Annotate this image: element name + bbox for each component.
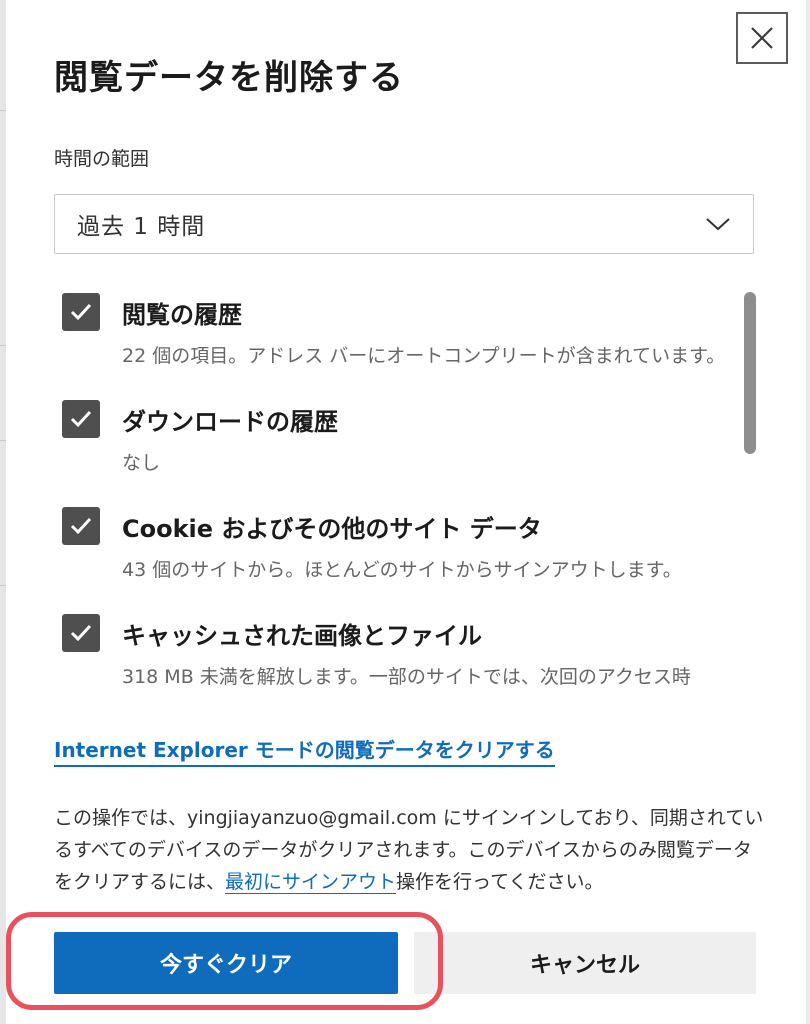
clear-browsing-data-dialog: 閲覧データを削除する 時間の範囲 過去 1 時間 閲覧の履歴 22 個の項目。ア… — [6, 0, 806, 1024]
cancel-button[interactable]: キャンセル — [414, 932, 756, 994]
checkmark-icon — [70, 303, 92, 321]
close-button[interactable] — [736, 12, 788, 64]
item-description: なし — [122, 452, 161, 474]
notice-text-end: 操作を行ってください。 — [396, 871, 604, 893]
item-title: 閲覧の履歴 — [122, 301, 242, 329]
checkmark-icon — [70, 517, 92, 535]
item-title: Cookie およびその他のサイト データ — [122, 515, 542, 543]
cookies-checkbox[interactable] — [62, 507, 100, 545]
sign-out-link[interactable]: 最初にサインアウト — [225, 871, 397, 894]
time-range-select[interactable]: 過去 1 時間 — [54, 194, 754, 254]
item-description: 43 個のサイトから。ほとんどのサイトからサインアウトします。 — [122, 559, 682, 581]
browsing-history-checkbox[interactable] — [62, 293, 100, 331]
close-icon — [751, 27, 773, 49]
download-history-checkbox[interactable] — [62, 400, 100, 438]
time-range-label: 時間の範囲 — [54, 148, 150, 170]
time-range-value: 過去 1 時間 — [77, 214, 206, 240]
item-title: ダウンロードの履歴 — [122, 408, 338, 436]
list-scrollbar[interactable] — [744, 292, 756, 454]
item-description: 318 MB 未満を解放します。一部のサイトでは、次回のアクセス時 — [122, 666, 691, 688]
item-description: 22 個の項目。アドレス バーにオートコンプリートが含まれています。 — [122, 345, 726, 367]
dialog-title: 閲覧データを削除する — [54, 58, 404, 98]
checkmark-icon — [70, 410, 92, 428]
data-type-list: 閲覧の履歴 22 個の項目。アドレス バーにオートコンプリートが含まれています。… — [54, 283, 754, 703]
item-title: キャッシュされた画像とファイル — [122, 622, 482, 650]
cache-checkbox[interactable] — [62, 614, 100, 652]
chevron-down-icon — [706, 218, 730, 231]
sync-notice: この操作では、yingjiayanzuo@gmail.com にサインインしてお… — [54, 802, 764, 898]
checkmark-icon — [70, 624, 92, 642]
clear-now-button[interactable]: 今すぐクリア — [54, 932, 398, 994]
ie-mode-clear-link[interactable]: Internet Explorer モードの閲覧データをクリアする — [54, 734, 555, 767]
